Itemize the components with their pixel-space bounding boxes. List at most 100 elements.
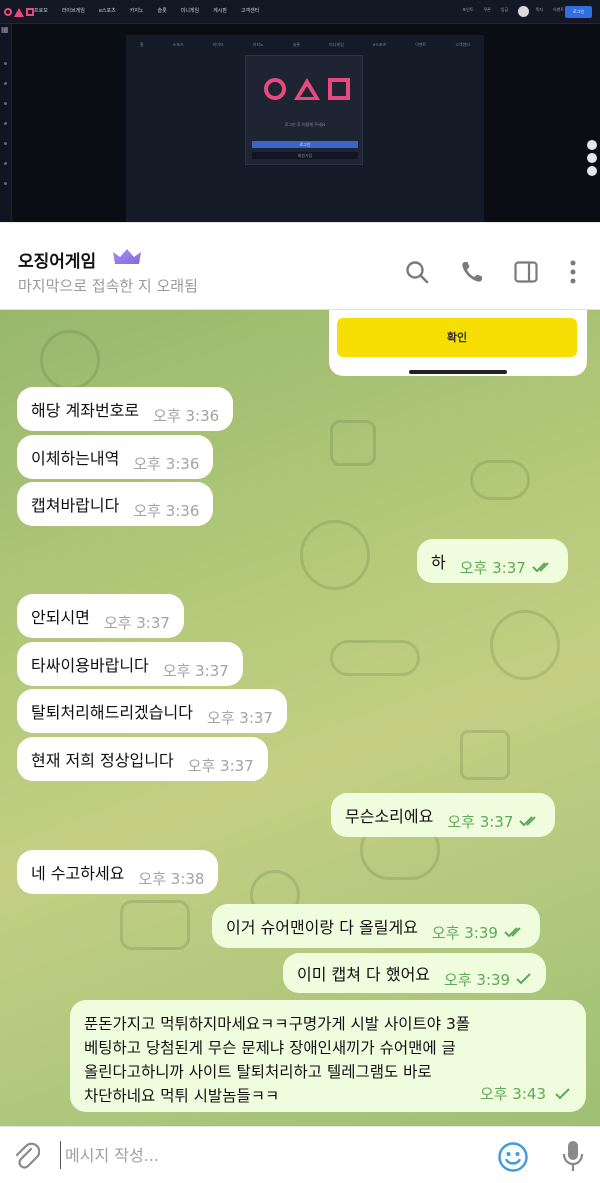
site-tab[interactable]: 홈 xyxy=(140,42,144,48)
message-time: 오후 3:43 xyxy=(479,1085,546,1103)
site-tab[interactable]: 이벤트 xyxy=(415,42,426,48)
message-time: 오후 3:36 xyxy=(153,406,220,425)
site-tab[interactable]: 슬롯 xyxy=(293,42,300,48)
sidebar-dot-icon[interactable] xyxy=(4,82,7,85)
logo-circle-icon xyxy=(264,78,286,100)
site-menu-item[interactable]: e스포츠 xyxy=(99,7,116,14)
payment-card: 확인 xyxy=(329,310,587,376)
message-text: 캡쳐바랍니다 xyxy=(31,496,120,515)
site-tab[interactable]: e스포츠 xyxy=(373,42,387,48)
emoji-icon[interactable] xyxy=(497,1141,529,1173)
site-user-item[interactable]: 포인트 xyxy=(462,7,473,13)
microphone-icon[interactable] xyxy=(561,1139,585,1173)
read-check-icon xyxy=(504,927,521,938)
site-tab[interactable]: 카지노 xyxy=(253,42,264,48)
site-tabs: 홈 스포츠 라이브 카지노 슬롯 미니게임 e스포츠 이벤트 고객센터 xyxy=(140,42,470,48)
background-doodle xyxy=(490,610,560,680)
message-composer xyxy=(0,1126,600,1183)
confirm-button[interactable]: 확인 xyxy=(337,318,577,357)
background-doodle xyxy=(330,640,420,676)
logo-square-icon xyxy=(328,78,350,100)
logo-circle-icon xyxy=(4,8,12,16)
chat-header: 오징어게임 마지막으로 접속한 지 오래됨 xyxy=(0,222,600,310)
site-logo[interactable] xyxy=(4,5,34,19)
sidebar-dot-icon[interactable] xyxy=(4,142,7,145)
message-bubble[interactable]: 이체하는내역 오후 3:36 xyxy=(17,435,214,479)
float-button-icon[interactable] xyxy=(587,153,597,163)
site-tab[interactable]: 라이브 xyxy=(213,42,224,48)
chat-title[interactable]: 오징어게임 xyxy=(18,247,96,272)
float-button-icon[interactable] xyxy=(587,166,597,176)
sidebar-dot-icon[interactable] xyxy=(4,162,7,165)
site-tab[interactable]: 고객센터 xyxy=(455,42,470,48)
site-topbar: 프로모 라이브게임 e스포츠 카지노 슬롯 미니게임 게시판 고객센터 포인트 … xyxy=(0,0,600,24)
site-menu-item[interactable]: 고객센터 xyxy=(241,7,259,14)
message-bubble[interactable]: 네 수고하세요 오후 3:38 xyxy=(17,850,219,894)
modal-message: 로그인 후 이용해 주세요 xyxy=(284,122,326,127)
site-menu-item[interactable]: 프로모 xyxy=(34,7,48,14)
message-bubble[interactable]: 탈퇴처리해드리겠습니다 오후 3:37 xyxy=(17,689,287,733)
message-text: 타싸이용바랍니다 xyxy=(31,656,149,675)
site-tab[interactable]: 미니게임 xyxy=(329,42,344,48)
card-handle xyxy=(409,370,507,374)
float-button-icon[interactable] xyxy=(587,140,597,150)
site-menu-item[interactable]: 미니게임 xyxy=(181,7,199,14)
site-menu-item[interactable]: 카지노 xyxy=(130,7,144,14)
site-user-item[interactable]: 이벤트 xyxy=(553,7,564,13)
modal-signup-button[interactable]: 회원가입 xyxy=(252,152,358,159)
message-text: 네 수고하세요 xyxy=(31,864,125,883)
site-menu-item[interactable]: 슬롯 xyxy=(158,7,167,14)
sidebar-dot-icon[interactable] xyxy=(4,62,7,65)
site-user-item[interactable]: 쿠폰 xyxy=(483,7,490,13)
message-text: 해당 계좌번호로 xyxy=(31,401,140,420)
message-bubble[interactable]: 현재 저희 정상입니다 오후 3:37 xyxy=(17,737,268,781)
grid-icon[interactable]: ▦ xyxy=(1,26,9,34)
message-time: 오후 3:39 xyxy=(431,923,498,942)
message-time: 오후 3:36 xyxy=(133,501,200,520)
background-doodle xyxy=(470,460,530,500)
site-login-button[interactable]: 로그인 xyxy=(565,6,592,18)
message-meta: 오후 3:43 xyxy=(480,1083,572,1104)
message-bubble[interactable]: 이거 슈어맨이랑 다 올릴게요 오후 3:39 xyxy=(212,904,540,948)
message-bubble[interactable]: 안되시면 오후 3:37 xyxy=(17,594,184,638)
site-menu-item[interactable]: 게시판 xyxy=(213,7,227,14)
paperclip-icon[interactable] xyxy=(12,1141,40,1171)
message-text: 이체하는내역 xyxy=(31,449,120,468)
sidebar-dot-icon[interactable] xyxy=(4,182,7,185)
floating-buttons xyxy=(587,140,597,179)
message-bubble-long[interactable]: 푼돈가지고 먹튀하지마세요ㅋㅋ구명가게 시발 사이트야 3폴 베팅하고 당첨된게… xyxy=(70,1000,586,1112)
site-menu-item[interactable]: 라이브게임 xyxy=(62,7,85,14)
message-bubble[interactable]: 하 오후 3:37 xyxy=(417,539,568,583)
sidebar-dot-icon[interactable] xyxy=(4,122,7,125)
site-avatar-icon[interactable] xyxy=(518,6,529,17)
website-screenshot: 프로모 라이브게임 e스포츠 카지노 슬롯 미니게임 게시판 고객센터 포인트 … xyxy=(0,0,600,222)
message-bubble[interactable]: 해당 계좌번호로 오후 3:36 xyxy=(17,387,234,431)
site-sidebar xyxy=(0,24,12,222)
sidebar-toggle-icon[interactable] xyxy=(513,259,539,285)
message-bubble[interactable]: 캡쳐바랍니다 오후 3:36 xyxy=(17,482,214,526)
message-text: 이거 슈어맨이랑 다 올릴게요 xyxy=(226,918,418,937)
site-user-item[interactable]: 쪽지 xyxy=(536,7,543,13)
message-time: 오후 3:38 xyxy=(138,869,205,888)
site-user-item[interactable]: 입금 xyxy=(501,7,508,13)
phone-icon[interactable] xyxy=(459,259,485,285)
message-bubble[interactable]: 타싸이용바랍니다 오후 3:37 xyxy=(17,642,243,686)
read-check-icon xyxy=(532,562,549,573)
more-icon[interactable] xyxy=(560,259,586,285)
search-icon[interactable] xyxy=(404,259,430,285)
logo-square-icon xyxy=(26,8,34,16)
background-doodle xyxy=(330,420,376,466)
site-tab[interactable]: 스포츠 xyxy=(173,42,184,48)
message-bubble[interactable]: 이미 캡쳐 다 했어요 오후 3:39 xyxy=(283,953,547,993)
message-text-line: 푼돈가지고 먹튀하지마세요ㅋㅋ구명가게 시발 사이트야 3폴 xyxy=(84,1015,471,1033)
message-text: 현재 저희 정상입니다 xyxy=(31,751,174,770)
sidebar-dot-icon[interactable] xyxy=(4,102,7,105)
message-text: 하 xyxy=(431,553,446,572)
message-input[interactable] xyxy=(60,1141,480,1169)
message-time: 오후 3:37 xyxy=(206,708,273,727)
site-login-modal: 로그인 후 이용해 주세요 로그인 회원가입 xyxy=(245,55,363,165)
background-doodle xyxy=(300,520,370,590)
message-bubble[interactable]: 무슨소리에요 오후 3:37 xyxy=(331,793,556,837)
premium-crown-icon xyxy=(113,249,141,264)
modal-login-button[interactable]: 로그인 xyxy=(252,141,358,148)
